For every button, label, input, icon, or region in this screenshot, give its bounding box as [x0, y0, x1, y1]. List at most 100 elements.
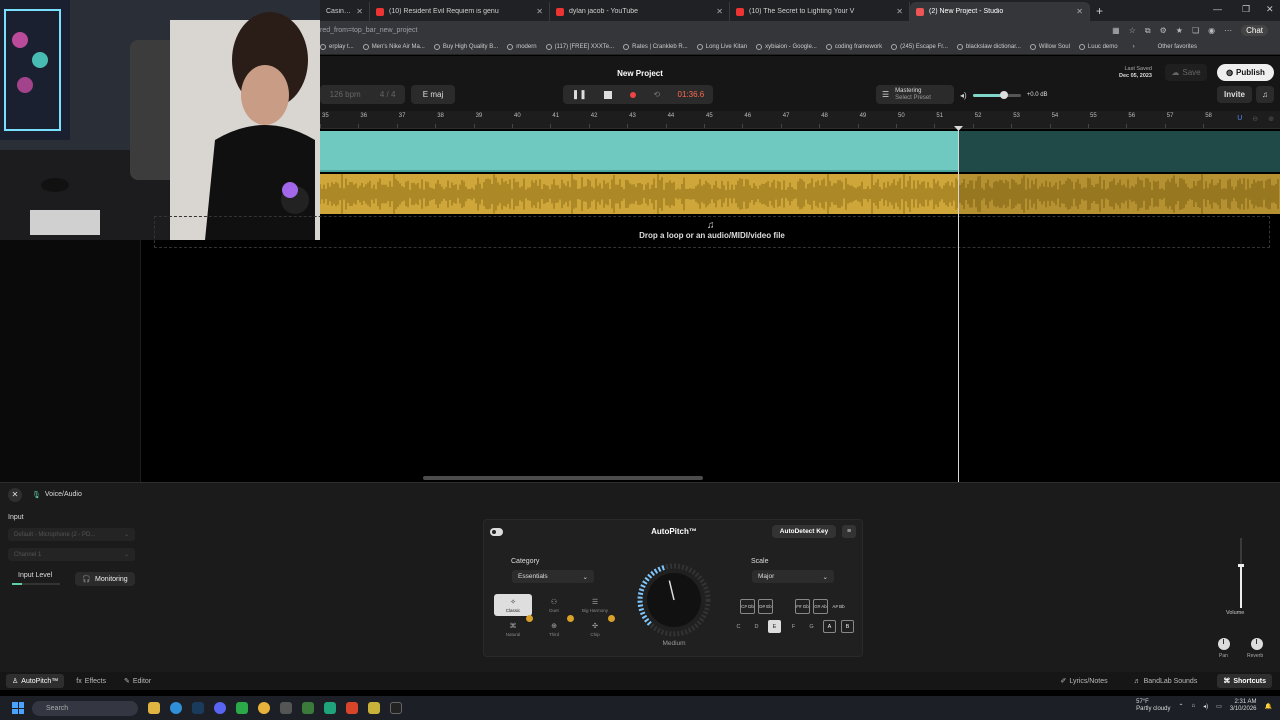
network-icon[interactable]: ⌂	[1192, 703, 1196, 709]
close-icon[interactable]: ✕	[1076, 7, 1083, 16]
monitoring-button[interactable]: 🎧 Monitoring	[75, 572, 135, 586]
pan-knob[interactable]	[1218, 638, 1230, 650]
url-text[interactable]: red_from=top_bar_new_project	[320, 27, 1112, 34]
master-volume-slider[interactable]	[972, 90, 1021, 99]
close-icon[interactable]: ✕	[716, 7, 723, 16]
sharp-key-cdb[interactable]: C# Db	[740, 599, 755, 614]
input-device-select[interactable]: Default - Microphone (2 - PD... ⌄	[8, 528, 135, 541]
battery-icon[interactable]: ▭	[1216, 703, 1222, 710]
preset-chip[interactable]: ✣ Chip	[576, 618, 614, 640]
autodetect-key-button[interactable]: AutoDetect Key	[772, 525, 836, 538]
bookmark-item[interactable]: modern	[507, 44, 537, 50]
magnet-icon[interactable]: U	[1237, 115, 1242, 123]
timeline-ruler[interactable]: U ⊖ ⊕ 35 36 37 38 39 40 41 42 43 44 45 46 47 48 49 50 51…	[320, 111, 1280, 129]
track-volume-knob[interactable]	[1238, 564, 1244, 567]
address-bar[interactable]: red_from=top_bar_new_project ▦ ☆ ⧉ ⚙ ★ ❏…	[320, 21, 1280, 40]
sharp-key-fgb[interactable]: F# Gb	[795, 599, 810, 614]
stop-icon[interactable]	[604, 90, 613, 99]
bookmark-item[interactable]: (117) [FREE] XXXTe...	[545, 44, 614, 50]
note-key-b[interactable]: B	[841, 620, 854, 633]
weather-widget[interactable]: 57°F Partly cloudy	[1136, 699, 1170, 713]
horizontal-scrollbar[interactable]	[423, 476, 703, 480]
sharp-key-gab[interactable]: G# Ab	[813, 599, 828, 614]
pause-icon[interactable]: ❚❚	[572, 89, 587, 100]
note-key-f[interactable]: F	[787, 620, 800, 633]
note-key-d[interactable]: D	[750, 620, 763, 633]
windows-start-icon[interactable]	[12, 702, 24, 714]
clock[interactable]: 2:31 AM 3/10/2026	[1230, 699, 1257, 713]
bookmark-item[interactable]: erplay t...	[320, 44, 354, 50]
reverb-knob[interactable]	[1251, 638, 1263, 650]
other-favorites[interactable]: Other favorites	[1158, 44, 1197, 50]
steam-icon[interactable]	[192, 702, 204, 714]
category-select[interactable]: Essentials ⌄	[512, 570, 594, 583]
xbox-icon[interactable]	[236, 702, 248, 714]
file-explorer-icon[interactable]	[148, 702, 160, 714]
profile-icon[interactable]: ◉	[1208, 26, 1215, 35]
browser-tab[interactable]: dylan jacob - YouTube ✕	[550, 2, 730, 21]
store-icon[interactable]	[280, 702, 292, 714]
bookmark-item[interactable]: Willow Soul	[1029, 44, 1070, 50]
browser-tab[interactable]: (10) Resident Evil Requiem is genu ✕	[370, 2, 550, 21]
preset-duet[interactable]: ⚇ Duet	[535, 594, 573, 616]
speaker-icon[interactable]: ◂)	[960, 91, 967, 100]
bookmark-item[interactable]: blackslaw dictionar...	[956, 44, 1021, 50]
minimize-icon[interactable]: —	[1213, 4, 1222, 14]
bookmark-item[interactable]: Rates | Crankleb R...	[623, 44, 688, 50]
tab-bandlab-sounds[interactable]: ♬ BandLab Sounds	[1128, 674, 1204, 688]
apps-icon[interactable]: ▦	[1112, 26, 1120, 35]
shortcuts-button[interactable]: ⌘ Shortcuts	[1217, 674, 1272, 688]
bookmark-item[interactable]: coding framework	[825, 44, 882, 50]
app-icon[interactable]	[346, 702, 358, 714]
tab-effects[interactable]: fx Effects	[70, 674, 112, 688]
key-selector[interactable]: E maj	[411, 85, 455, 104]
taskbar-search[interactable]: Search	[32, 700, 138, 716]
preset-classic[interactable]: ✧ Classic	[494, 594, 532, 616]
preset-natural[interactable]: ⌘ Natural	[494, 618, 532, 640]
tab-lyrics[interactable]: ✐ Lyrics/Notes	[1054, 674, 1113, 688]
close-window-icon[interactable]: ✕	[1266, 4, 1274, 15]
chat-button[interactable]: Chat	[1241, 25, 1268, 36]
drop-zone[interactable]: ♫ Drop a loop or an audio/MIDI/video fil…	[154, 216, 1270, 248]
app-icon[interactable]	[324, 702, 336, 714]
extensions-icon[interactable]: ⧉	[1145, 26, 1151, 36]
tab-autopitch[interactable]: ♙ AutoPitch™	[6, 674, 65, 688]
volume-icon[interactable]: ◂)	[1203, 703, 1208, 710]
note-key-c[interactable]: C	[732, 620, 745, 633]
bookmark-item[interactable]: (245) Escape Fr...	[891, 44, 948, 50]
edge-icon[interactable]	[170, 702, 182, 714]
tab-editor[interactable]: ✎ Editor	[118, 674, 157, 688]
browser-tab[interactable]: (10) The Secret to Lighting Your V ✕	[730, 2, 910, 21]
sharp-key-deb[interactable]: D# Eb	[758, 599, 773, 614]
menu-icon[interactable]: ⋯	[1224, 26, 1232, 35]
sliders-icon[interactable]: ≡	[842, 525, 856, 538]
star-icon[interactable]: ☆	[1129, 26, 1136, 35]
bell-icon[interactable]: ♫	[1256, 86, 1274, 103]
notifications-icon[interactable]: 🔔	[1265, 703, 1272, 710]
chevron-right-icon[interactable]: ›	[1133, 44, 1135, 50]
record-icon[interactable]	[629, 91, 636, 98]
note-key-a[interactable]: A	[823, 620, 836, 633]
browser-tab[interactable]: Casino x Cloud F ✕	[320, 2, 370, 21]
time-signature[interactable]: 4 / 4	[380, 90, 396, 99]
chevron-up-icon[interactable]: ⌃	[1178, 703, 1183, 710]
sharp-key-abb[interactable]: A# Bb	[831, 599, 846, 614]
collections-icon[interactable]: ❏	[1192, 26, 1199, 35]
zoom-out-icon[interactable]: ⊖	[1252, 115, 1258, 123]
app-icon[interactable]	[368, 702, 380, 714]
browser-tab-active[interactable]: (2) New Project - Studio ✕	[910, 2, 1090, 21]
scale-select[interactable]: Major ⌄	[752, 570, 834, 583]
playhead[interactable]	[958, 127, 959, 482]
new-tab-button[interactable]: +	[1090, 4, 1109, 21]
publish-button[interactable]: ◍ Publish	[1217, 64, 1274, 81]
invite-button[interactable]: Invite	[1217, 86, 1252, 103]
midi-region-unplayed[interactable]	[958, 131, 1280, 172]
close-icon[interactable]: ✕	[356, 7, 363, 16]
spotify-icon[interactable]	[302, 702, 314, 714]
input-channel-select[interactable]: Channel 1 ⌄	[8, 548, 135, 561]
bookmark-item[interactable]: xybiaion - Google...	[756, 44, 817, 50]
bookmark-item[interactable]: Long Live Kitan	[696, 44, 747, 50]
preset-third[interactable]: ⊕ Third	[535, 618, 573, 640]
midi-region[interactable]	[320, 131, 958, 172]
correction-knob[interactable]	[634, 560, 714, 640]
